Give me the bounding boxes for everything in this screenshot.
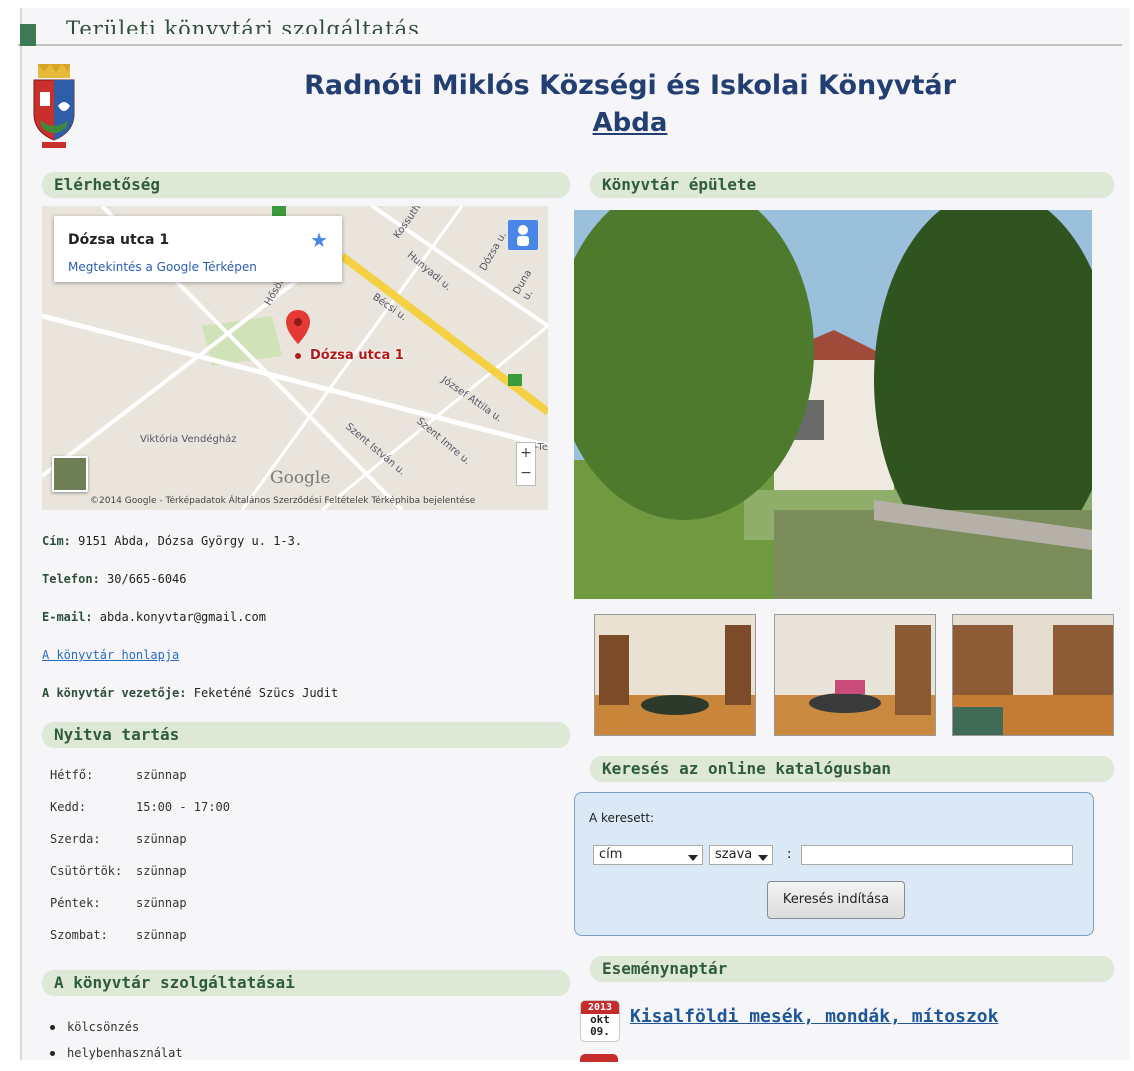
hours-time: szünnap — [136, 864, 187, 878]
hours-time: 15:00 - 17:00 — [136, 800, 230, 814]
calendar-icon: 2013 okt 09. — [580, 1000, 620, 1042]
address-value: 9151 Abda, Dózsa György u. 1-3. — [70, 534, 303, 548]
hours-day: Szombat: — [50, 928, 108, 942]
hours-time: szünnap — [136, 896, 187, 910]
map-attribution: ©2014 Google - Térképadatok Általános Sz… — [90, 496, 476, 506]
map-embed[interactable]: Bécsi u. Hunyadi u. Dózsa u. József Atti… — [42, 206, 548, 510]
zoom-out-button[interactable]: − — [517, 463, 535, 483]
section-banner: Területi könyvtári szolgáltatás — [18, 14, 1122, 46]
city-link[interactable]: Abda — [560, 108, 700, 138]
phone-value: 30/665-6046 — [99, 572, 187, 586]
catalog-search-panel: A keresett: cím szava : Keresés indítása — [574, 792, 1094, 936]
star-icon[interactable]: ★ — [310, 228, 328, 252]
list-item: helybenhasználat — [50, 1046, 183, 1060]
library-name: Radnóti Miklós Községi és Iskolai Könyvt… — [304, 70, 956, 101]
search-field-value: cím — [599, 847, 623, 862]
hours-row: Péntek: szünnap — [50, 896, 187, 910]
email-value: abda.konyvtar@gmail.com — [92, 610, 266, 624]
hours-time: szünnap — [136, 768, 187, 782]
hours-row: Csütörtök: szünnap — [50, 864, 187, 878]
chevron-down-icon — [758, 855, 768, 861]
map-pin-label: Dózsa utca 1 — [310, 348, 404, 363]
map-pin-icon[interactable] — [286, 310, 310, 360]
search-input[interactable] — [801, 845, 1073, 865]
chevron-down-icon — [688, 855, 698, 861]
zoom-in-button[interactable]: + — [517, 443, 535, 463]
hours-day: Csütörtök: — [50, 864, 123, 878]
event-item[interactable]: 2013 okt 09. Kisalföldi mesék, mondák, m… — [580, 1000, 1080, 1060]
manager-value: Feketéné Szücs Judit — [186, 686, 339, 700]
interior-photo-thumbnail[interactable] — [594, 614, 756, 736]
zoom-control[interactable]: + − — [516, 442, 536, 486]
service-item: helybenhasználat — [67, 1046, 183, 1060]
hours-row: Szerda: szünnap — [50, 832, 187, 846]
hours-day: Hétfő: — [50, 768, 94, 782]
poi-label: Viktória Vendégház — [140, 434, 237, 445]
address-line: Cím: 9151 Abda, Dózsa György u. 1-3. — [42, 534, 302, 548]
catalog-heading: Keresés az online katalógusban — [590, 756, 1114, 782]
banner-marker — [20, 24, 36, 46]
hours-row: Szombat: szünnap — [50, 928, 187, 942]
interior-photo-thumbnail[interactable] — [952, 614, 1114, 736]
list-item: kölcsönzés — [50, 1020, 139, 1034]
bullet-icon — [50, 1051, 55, 1056]
hours-day: Kedd: — [50, 800, 87, 814]
event-day: 09. — [590, 1025, 610, 1038]
google-maps-link[interactable]: Megtekintés a Google Térképen — [68, 260, 257, 274]
email-label: E-mail: — [42, 610, 93, 624]
search-mode-select[interactable]: szava — [709, 845, 773, 865]
event-title-link[interactable]: Kisalföldi mesék, mondák, mítoszok — [630, 1006, 998, 1027]
coat-of-arms-icon — [33, 64, 75, 148]
hours-heading: Nyitva tartás — [42, 722, 570, 748]
email-line: E-mail: abda.konyvtar@gmail.com — [42, 610, 266, 624]
library-building-photo[interactable] — [574, 210, 1092, 599]
interior-photo-thumbnail[interactable] — [774, 614, 936, 736]
events-heading: Eseménynaptár — [590, 956, 1114, 982]
street-view-pegman-icon[interactable] — [508, 220, 538, 250]
map-edge-label: -Te — [534, 442, 548, 453]
hours-day: Szerda: — [50, 832, 101, 846]
hours-row: Kedd: 15:00 - 17:00 — [50, 800, 230, 814]
hours-time: szünnap — [136, 928, 187, 942]
section-title: Területi könyvtári szolgáltatás — [66, 18, 420, 34]
satellite-toggle[interactable] — [52, 456, 88, 492]
phone-line: Telefon: 30/665-6046 — [42, 572, 187, 586]
hours-day: Péntek: — [50, 896, 101, 910]
search-field-select[interactable]: cím — [593, 845, 703, 865]
address-label: Cím: — [42, 534, 71, 548]
google-logo: Google — [270, 468, 331, 488]
manager-label: A könyvtár vezetője: — [42, 686, 187, 700]
map-info-card: Dózsa utca 1 Megtekintés a Google Térkép… — [54, 216, 342, 282]
homepage-line: A könyvtár honlapja — [42, 648, 179, 662]
service-item: kölcsönzés — [67, 1020, 140, 1034]
building-heading: Könyvtár épülete — [590, 172, 1114, 198]
homepage-link[interactable]: A könyvtár honlapja — [42, 648, 179, 662]
phone-label: Telefon: — [42, 572, 100, 586]
services-heading: A könyvtár szolgáltatásai — [42, 970, 570, 996]
map-card-address: Dózsa utca 1 — [68, 232, 170, 248]
bullet-icon — [50, 1025, 55, 1030]
search-button[interactable]: Keresés indítása — [767, 881, 905, 919]
search-colon: : — [787, 847, 792, 862]
contact-heading: Elérhetőség — [42, 172, 570, 198]
hours-time: szünnap — [136, 832, 187, 846]
hours-row: Hétfő: szünnap — [50, 768, 187, 782]
search-mode-value: szava — [715, 847, 753, 862]
search-label: A keresett: — [589, 811, 655, 825]
manager-line: A könyvtár vezetője: Feketéné Szücs Judi… — [42, 686, 338, 700]
calendar-icon — [580, 1054, 618, 1062]
